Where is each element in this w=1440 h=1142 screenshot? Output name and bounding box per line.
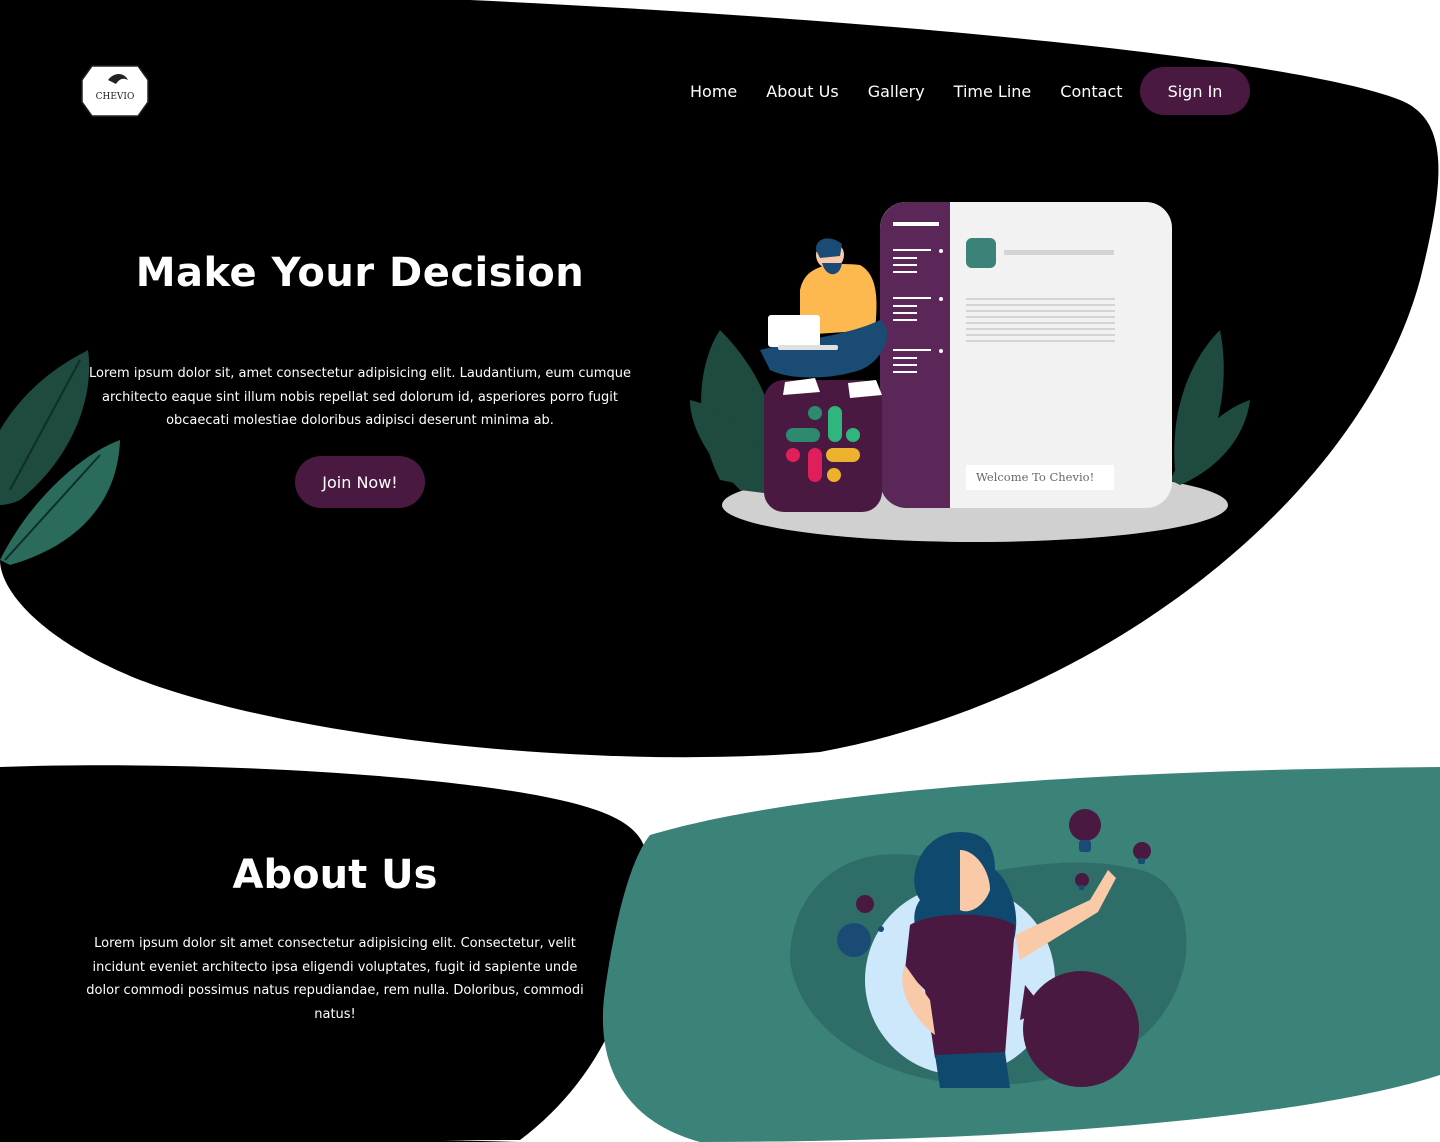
nav-item-time-line[interactable]: Time Line: [954, 82, 1032, 101]
nav-item-gallery[interactable]: Gallery: [868, 82, 925, 101]
about-description: Lorem ipsum dolor sit amet consectetur a…: [86, 936, 584, 1022]
brand-logo[interactable]: CHEVIO: [80, 58, 150, 120]
nav-item-contact[interactable]: Contact: [1060, 82, 1122, 101]
logo-text: CHEVIO: [96, 92, 135, 102]
about-title: About Us: [232, 852, 438, 898]
hero-title: Make Your Decision: [135, 250, 585, 296]
hero-description: Lorem ipsum dolor sit, amet consectetur …: [89, 366, 631, 428]
join-now-button[interactable]: Join Now!: [295, 456, 425, 508]
nav-item-home[interactable]: Home: [690, 82, 737, 101]
sign-in-button[interactable]: Sign In: [1140, 67, 1250, 115]
main-nav: Home About Us Gallery Time Line Contact: [690, 80, 1123, 102]
illustration-welcome-field: Welcome To Chevio!: [966, 465, 1114, 490]
logo-badge: [81, 65, 149, 117]
nav-item-about-us[interactable]: About Us: [766, 82, 838, 101]
